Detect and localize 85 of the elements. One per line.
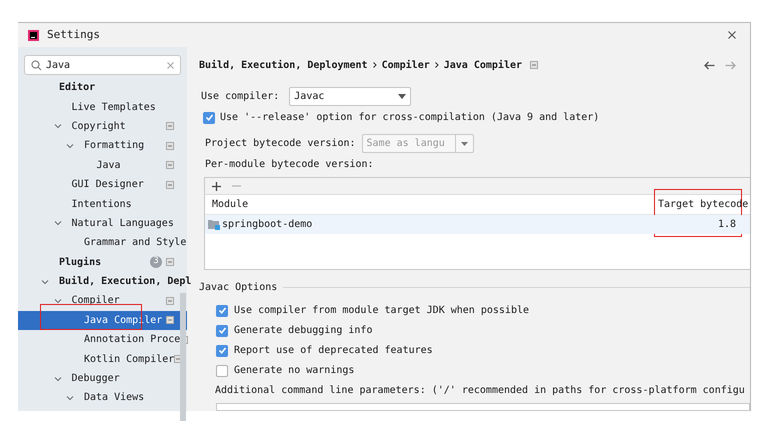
tree-item[interactable]: Grammar and Style — [18, 233, 187, 253]
tree-item[interactable]: Plugins 3 — [18, 252, 187, 272]
tree-item[interactable]: Formatting — [18, 136, 187, 156]
checkbox[interactable] — [216, 344, 228, 356]
project-scope-icon — [166, 122, 174, 130]
bytecode-dropdown[interactable]: Same as langu — [362, 134, 474, 153]
tree-item[interactable]: Editor — [18, 78, 187, 98]
search-icon — [31, 60, 42, 70]
tree-item-label: Grammar and Style — [84, 236, 186, 250]
count-badge: 3 — [150, 256, 162, 268]
project-scope-icon — [166, 142, 174, 150]
tree-item-label: Natural Languages — [72, 216, 174, 231]
project-scope-icon — [166, 316, 174, 324]
tree-item-label: Kotlin Compiler — [84, 352, 174, 367]
column-header[interactable]: Module — [205, 197, 655, 212]
checkbox-label: Report use of deprecated features — [234, 344, 433, 358]
parameters-field[interactable] — [216, 403, 750, 411]
app-logo-icon — [28, 30, 39, 40]
tree-item-label: Copyright — [72, 120, 126, 134]
module-folder-icon — [208, 219, 220, 230]
scrollbar[interactable] — [180, 293, 186, 421]
field-label: Per-module bytecode version: — [205, 158, 375, 172]
tree-item-label: Editor — [59, 80, 96, 96]
tree-item-label: Debugger — [72, 372, 120, 386]
checkbox[interactable] — [203, 112, 215, 124]
tree-item-label: Data Views — [84, 391, 144, 406]
tree-item[interactable]: Debugger — [18, 368, 187, 388]
table-row[interactable]: springboot-demo 1.8 — [205, 215, 750, 234]
tree-item-label: Plugins — [59, 256, 102, 270]
checkbox-label: Generate debugging info — [234, 324, 372, 338]
tree-item[interactable]: Live Templates — [18, 97, 187, 117]
window-title: Settings — [47, 26, 100, 43]
chevron-down-icon[interactable] — [54, 298, 62, 304]
breadcrumb-item: Compiler — [382, 58, 430, 72]
dropdown-caret-icon — [460, 142, 468, 146]
field-label: Project bytecode version: — [205, 137, 356, 151]
project-scope-icon — [166, 258, 174, 266]
tree-item-label: Annotation Proce — [84, 333, 180, 348]
project-scope-icon — [166, 296, 174, 305]
tree-item[interactable]: Natural Languages — [18, 214, 187, 234]
compiler-dropdown[interactable]: Javac — [289, 87, 412, 106]
tree-item[interactable]: Compiler — [18, 291, 187, 311]
tree-item-label: Compiler — [72, 294, 120, 308]
tree-item-label: GUI Designer — [72, 178, 144, 192]
close-icon[interactable] — [728, 31, 736, 39]
tree-item-label: Intentions — [72, 198, 132, 212]
tree-item[interactable]: Intentions — [18, 194, 187, 214]
tree-item[interactable]: Data Views — [18, 388, 187, 408]
tree-item[interactable]: Java — [18, 156, 187, 175]
clear-icon[interactable] — [167, 62, 174, 68]
chevron-down-icon[interactable] — [41, 278, 49, 285]
checkbox-label: Generate no warnings — [234, 364, 354, 378]
tree-item-label: Formatting — [84, 139, 144, 154]
chevron-down-icon[interactable] — [54, 220, 62, 226]
chevron-right-icon — [372, 62, 377, 68]
field-label: Use compiler: — [201, 90, 280, 104]
chevron-down-icon[interactable] — [54, 123, 62, 130]
project-scope-icon — [166, 180, 174, 189]
checkbox[interactable] — [216, 324, 228, 336]
project-scope-icon — [166, 161, 174, 170]
field-label: Additional command line parameters: ('/' recommended in paths for cross-platform configu — [215, 384, 746, 398]
chevron-down-icon[interactable] — [66, 394, 74, 401]
dropdown-caret-icon — [398, 94, 406, 99]
search-field[interactable]: Java — [24, 55, 181, 75]
tree-item[interactable]: GUI Designer — [18, 174, 187, 194]
search-input[interactable]: Java — [46, 58, 156, 72]
project-scope-icon — [530, 61, 538, 69]
checkbox[interactable] — [216, 364, 228, 376]
checkbox-label: Use '--release' option for cross-compilation (Java 9 and later) — [220, 111, 600, 125]
table-cell-text: springboot-demo — [221, 218, 314, 232]
breadcrumb-item: Java Compiler — [444, 58, 522, 72]
chevron-right-icon — [434, 62, 439, 68]
chevron-down-icon[interactable] — [66, 142, 74, 149]
tree-item[interactable]: Copyright — [18, 116, 187, 136]
checkbox-label: Use compiler from module target JDK when possible — [234, 304, 530, 318]
tree-item-label: Java — [96, 158, 121, 173]
chevron-down-icon[interactable] — [54, 376, 62, 382]
section-title: Javac Options — [199, 281, 278, 295]
back-arrow-icon[interactable] — [704, 60, 715, 70]
table-cell-text: 1.8 — [716, 218, 737, 232]
tree-item-label: Live Templates — [72, 100, 156, 115]
checkbox[interactable] — [216, 304, 228, 316]
tree-item-label: Build, Execution, Depl — [59, 274, 192, 290]
breadcrumb-item: Build, Execution, Deployment — [199, 58, 368, 72]
add-icon[interactable] — [212, 182, 221, 190]
